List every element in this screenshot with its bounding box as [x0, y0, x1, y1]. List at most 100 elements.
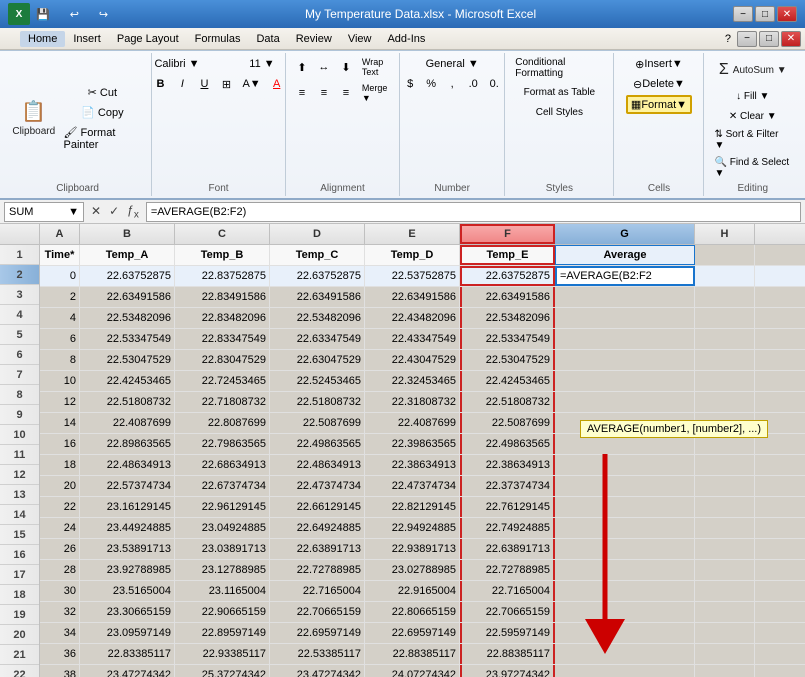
cell-b1[interactable]: Temp_A: [80, 245, 175, 265]
row-header-5[interactable]: 5: [0, 325, 39, 345]
cell-d6[interactable]: 22.63047529: [270, 350, 365, 370]
cell-e17[interactable]: 22.9165004: [365, 581, 460, 601]
cell-d16[interactable]: 22.72788985: [270, 560, 365, 580]
quick-access-undo[interactable]: ↩: [70, 8, 79, 21]
cell-e14[interactable]: 22.94924885: [365, 518, 460, 538]
tab-insert[interactable]: Insert: [65, 31, 109, 47]
cell-g14[interactable]: [555, 518, 695, 538]
cell-f16[interactable]: 22.72788985: [460, 560, 555, 580]
cell-b4[interactable]: 22.53482096: [80, 308, 175, 328]
cell-f2[interactable]: 22.63752875: [460, 266, 555, 286]
cell-h6[interactable]: [695, 350, 755, 370]
cell-b14[interactable]: 23.44924885: [80, 518, 175, 538]
row-header-9[interactable]: 9: [0, 405, 39, 425]
row-header-14[interactable]: 14: [0, 505, 39, 525]
cell-h8[interactable]: [695, 392, 755, 412]
cell-b18[interactable]: 23.30665159: [80, 602, 175, 622]
cell-g21[interactable]: [555, 665, 695, 677]
cell-h5[interactable]: [695, 329, 755, 349]
increase-decimal-button[interactable]: .0: [463, 75, 483, 93]
cell-a12[interactable]: 20: [40, 476, 80, 496]
tab-view[interactable]: View: [340, 31, 380, 47]
cell-d21[interactable]: 23.47274342: [270, 665, 365, 677]
align-center-button[interactable]: ≡: [314, 81, 334, 105]
wrap-text-button[interactable]: Wrap Text: [358, 55, 393, 79]
cell-c2[interactable]: 22.83752875: [175, 266, 270, 286]
bold-button[interactable]: B: [150, 75, 170, 93]
cell-e13[interactable]: 22.82129145: [365, 497, 460, 517]
cell-g13[interactable]: [555, 497, 695, 517]
align-top-button[interactable]: ⬆: [292, 55, 312, 79]
cell-g4[interactable]: [555, 308, 695, 328]
cell-g20[interactable]: [555, 644, 695, 664]
cell-a15[interactable]: 26: [40, 539, 80, 559]
cell-h19[interactable]: [695, 623, 755, 643]
align-right-button[interactable]: ≡: [336, 81, 356, 105]
cell-h16[interactable]: [695, 560, 755, 580]
cell-b16[interactable]: 23.92788985: [80, 560, 175, 580]
cell-d5[interactable]: 22.63347549: [270, 329, 365, 349]
cell-c10[interactable]: 22.79863565: [175, 434, 270, 454]
tab-home[interactable]: Home: [20, 31, 65, 47]
cell-a10[interactable]: 16: [40, 434, 80, 454]
cell-f7[interactable]: 22.42453465: [460, 371, 555, 391]
row-header-15[interactable]: 15: [0, 525, 39, 545]
cell-d2[interactable]: 22.63752875: [270, 266, 365, 286]
cell-g11[interactable]: [555, 455, 695, 475]
cell-d10[interactable]: 22.49863565: [270, 434, 365, 454]
cell-a18[interactable]: 32: [40, 602, 80, 622]
cell-c3[interactable]: 22.83491586: [175, 287, 270, 307]
cell-g1[interactable]: Average: [555, 245, 695, 265]
fill-button[interactable]: ↓ Fill ▼: [732, 87, 773, 105]
cut-button[interactable]: ✂ Cut: [60, 84, 146, 102]
cell-f20[interactable]: 22.88385117: [460, 644, 555, 664]
cell-g3[interactable]: [555, 287, 695, 307]
cell-a21[interactable]: 38: [40, 665, 80, 677]
cell-c4[interactable]: 22.83482096: [175, 308, 270, 328]
menu-file[interactable]: [4, 37, 20, 41]
cell-a1[interactable]: Time*: [40, 245, 80, 265]
format-painter-button[interactable]: 🖌 Format Painter: [60, 124, 146, 153]
cell-f8[interactable]: 22.51808732: [460, 392, 555, 412]
merge-center-button[interactable]: Merge ▼: [358, 81, 393, 105]
cell-d13[interactable]: 22.66129145: [270, 497, 365, 517]
excel-restore-button[interactable]: □: [759, 31, 779, 47]
cell-a3[interactable]: 2: [40, 287, 80, 307]
cell-g7[interactable]: [555, 371, 695, 391]
cell-f4[interactable]: 22.53482096: [460, 308, 555, 328]
percent-button[interactable]: %: [421, 75, 441, 93]
row-header-7[interactable]: 7: [0, 365, 39, 385]
cell-b5[interactable]: 22.53347549: [80, 329, 175, 349]
border-button[interactable]: ⊞: [216, 75, 236, 93]
cell-a5[interactable]: 6: [40, 329, 80, 349]
cell-d15[interactable]: 22.63891713: [270, 539, 365, 559]
align-bottom-button[interactable]: ⬇: [336, 55, 356, 79]
insert-cells-button[interactable]: ⊕ Insert ▼: [631, 55, 687, 73]
row-header-22[interactable]: 22: [0, 665, 39, 677]
cell-c8[interactable]: 22.71808732: [175, 392, 270, 412]
cell-h1[interactable]: [695, 245, 755, 265]
italic-button[interactable]: I: [172, 75, 192, 93]
align-left-button[interactable]: ≡: [292, 81, 312, 105]
cell-e11[interactable]: 22.38634913: [365, 455, 460, 475]
cell-g16[interactable]: [555, 560, 695, 580]
cell-d18[interactable]: 22.70665159: [270, 602, 365, 622]
cell-b2[interactable]: 22.63752875: [80, 266, 175, 286]
col-header-e[interactable]: E: [365, 224, 460, 244]
cell-c20[interactable]: 22.93385117: [175, 644, 270, 664]
cell-e9[interactable]: 22.4087699: [365, 413, 460, 433]
cell-c6[interactable]: 22.83047529: [175, 350, 270, 370]
find-select-button[interactable]: 🔍 Find & Select ▼: [710, 155, 795, 181]
col-header-b[interactable]: B: [80, 224, 175, 244]
cell-e4[interactable]: 22.43482096: [365, 308, 460, 328]
cell-e1[interactable]: Temp_D: [365, 245, 460, 265]
cell-c14[interactable]: 23.04924885: [175, 518, 270, 538]
tab-add-ins[interactable]: Add-Ins: [379, 31, 433, 47]
cell-g17[interactable]: [555, 581, 695, 601]
cell-f5[interactable]: 22.53347549: [460, 329, 555, 349]
cell-c17[interactable]: 23.1165004: [175, 581, 270, 601]
tab-data[interactable]: Data: [248, 31, 287, 47]
cell-d3[interactable]: 22.63491586: [270, 287, 365, 307]
cell-a14[interactable]: 24: [40, 518, 80, 538]
confirm-formula-button[interactable]: ✓: [106, 204, 122, 218]
